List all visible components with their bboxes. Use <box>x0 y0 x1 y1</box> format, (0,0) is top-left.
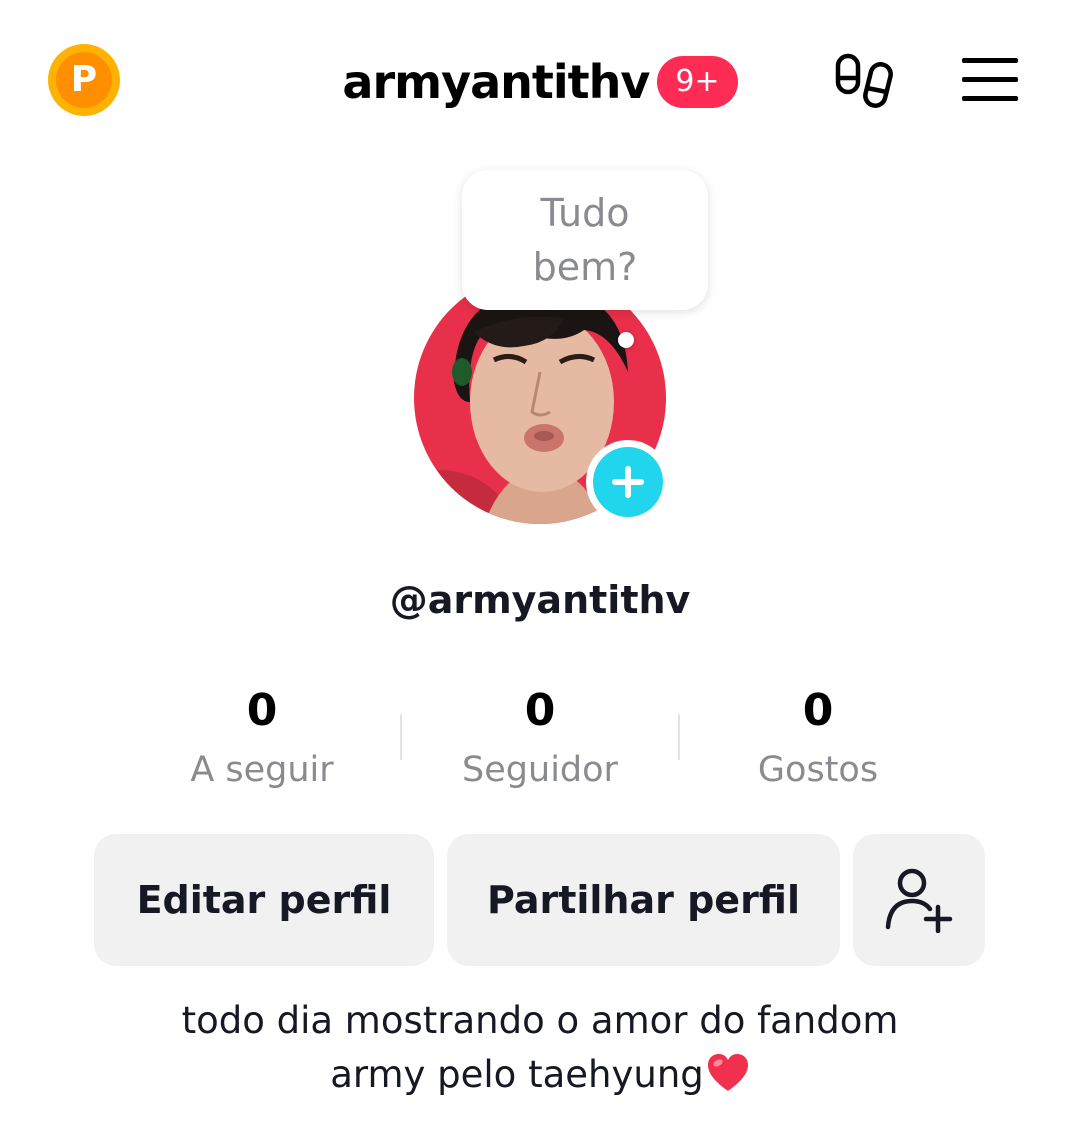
stat-divider <box>678 714 680 760</box>
footprints-icon[interactable] <box>834 52 896 112</box>
likes-count: 0 <box>802 685 834 736</box>
likes-label: Gostos <box>757 750 879 790</box>
following-count: 0 <box>246 685 278 736</box>
bio-line-2: army pelo taehyung <box>330 1053 704 1096</box>
bio-line-2-wrapper: army pelo taehyung <box>0 1048 1080 1102</box>
add-friends-button[interactable] <box>853 834 985 966</box>
stat-followers[interactable]: 0 Seguidor <box>410 684 670 792</box>
followers-count: 0 <box>524 685 556 736</box>
stat-following[interactable]: 0 A seguir <box>132 684 392 792</box>
share-profile-button[interactable]: Partilhar perfil <box>447 834 840 966</box>
profile-handle: @armyantithv <box>389 578 691 622</box>
followers-label: Seguidor <box>462 750 618 790</box>
account-username[interactable]: armyantithv <box>342 52 650 112</box>
status-bubble-text: Tudo bem? <box>532 191 638 289</box>
bio-line-1: todo dia mostrando o amor do fandom <box>181 999 899 1042</box>
status-bubble-tail <box>618 332 634 348</box>
notification-badge: 9+ <box>657 56 738 108</box>
header-title[interactable]: armyantithv 9+ <box>0 52 1080 112</box>
add-story-circle <box>593 447 663 517</box>
profile-bio: todo dia mostrando o amor do fandom army… <box>0 994 1080 1102</box>
stat-divider <box>400 714 402 760</box>
hamburger-menu-icon[interactable] <box>960 56 1020 104</box>
stat-likes[interactable]: 0 Gostos <box>688 684 948 792</box>
edit-profile-button[interactable]: Editar perfil <box>94 834 434 966</box>
add-user-icon <box>885 868 953 933</box>
red-heart-icon <box>707 1054 748 1091</box>
status-bubble[interactable]: Tudo bem? <box>462 170 708 310</box>
add-story-button[interactable] <box>586 440 670 524</box>
following-label: A seguir <box>190 750 334 790</box>
plus-icon <box>612 466 644 498</box>
